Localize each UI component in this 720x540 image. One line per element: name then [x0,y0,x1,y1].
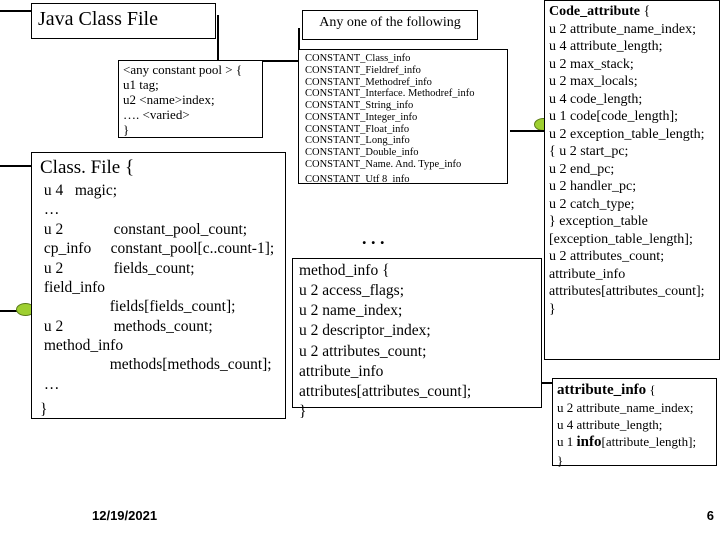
classfile-row: fields[fields_count]; [40,297,277,316]
constant-pool-box: <any constant pool > { u1 tag; u2 <name>… [118,60,263,138]
mi-line: u 2 attributes_count; [299,342,535,362]
constant-line: CONSTANT_String_info [305,100,501,112]
mi-line: u 2 access_flags; [299,281,535,301]
ca-line: u 1 code[code_length]; [549,108,715,126]
mi-line: attributes[attributes_count]; [299,382,535,402]
footer-page-number: 6 [707,508,714,523]
mi-line: u 2 name_index; [299,301,535,321]
method-info-box: method_info { u 2 access_flags; u 2 name… [292,258,542,408]
mi-line: attribute_info [299,362,535,382]
classfile-row: u 2 constant_pool_count; [40,220,277,239]
any-one-box: Any one of the following [302,10,478,40]
classfile-row: u 4 magic; [40,181,277,200]
classfile-row: … [40,200,277,219]
ca-line: } exception_table [549,213,715,231]
classfile-row: u 2 methods_count; [40,317,277,336]
ca-line: u 2 max_locals; [549,73,715,91]
ai-line: u 1 info[attribute_length]; [557,433,712,452]
cp-line: …. <varied> [123,108,258,123]
constant-line: CONSTANT_Integer_info [305,112,501,124]
cp-line: u1 tag; [123,78,258,93]
mi-line: method_info { [299,261,535,281]
constant-line: CONSTANT_Utf 8_info [305,174,501,186]
classfile-row: method_info [40,336,277,355]
ca-line: } [549,301,715,319]
attribute-info-box: attribute_info { u 2 attribute_name_inde… [552,378,717,466]
cp-line: } [123,123,258,138]
constant-line: CONSTANT_Name. And. Type_info [305,159,501,171]
classfile-row: cp_info constant_pool[c..count-1]; [40,239,277,258]
any-one-label: Any one of the following [319,15,461,30]
constant-line: CONSTANT_Float_info [305,124,501,136]
ca-line: u 2 attribute_name_index; [549,21,715,39]
ca-line: u 4 code_length; [549,91,715,109]
ca-line: u 2 exception_table_length; [549,126,715,144]
classfile-row: … [40,375,277,394]
constant-line: CONSTANT_Long_info [305,135,501,147]
classfile-row: u 2 fields_count; [40,259,277,278]
ai-line: u 4 attribute_length; [557,417,712,434]
ca-line: { u 2 start_pc; [549,143,715,161]
ca-head: Code_attribute { [549,3,715,21]
ca-line: u 2 handler_pc; [549,178,715,196]
constant-line: CONSTANT_Methodref_info [305,77,501,89]
code-attribute-box: Code_attribute { u 2 attribute_name_inde… [544,0,720,360]
ca-line: attributes[attributes_count]; [549,283,715,301]
ca-line: u 2 catch_type; [549,196,715,214]
classfile-head: Class. File { [32,153,285,179]
ca-line: u 2 attributes_count; [549,248,715,266]
mi-line: u 2 descriptor_index; [299,321,535,341]
ca-line: [exception_table_length]; [549,231,715,249]
title-text: Java Class File [38,8,158,30]
ca-line: u 4 attribute_length; [549,38,715,56]
footer-date: 12/19/2021 [92,508,157,523]
classfile-body: u 4 magic; … u 2 constant_pool_count; cp… [32,179,285,422]
classfile-row: field_info [40,278,277,297]
classfile-row: methods[methods_count]; [40,355,277,374]
title-box: Java Class File [31,3,216,39]
ai-line: } [557,453,712,470]
mi-line: } [299,402,535,422]
classfile-row: } [40,400,277,419]
constant-line: CONSTANT_Fieldref_info [305,65,501,77]
ca-line: u 2 max_stack; [549,56,715,74]
constant-line: CONSTANT_Interface. Methodref_info [305,88,501,100]
ai-head: attribute_info { [557,381,712,400]
constant-line: CONSTANT_Class_info [305,53,501,65]
ca-line: u 2 end_pc; [549,161,715,179]
ca-line: attribute_info [549,266,715,284]
diagram-canvas: Java Class File <any constant pool > { u… [0,0,720,540]
cp-line: <any constant pool > { [123,63,258,78]
classfile-box: Class. File { u 4 magic; … u 2 constant_… [31,152,286,419]
ai-line: u 2 attribute_name_index; [557,400,712,417]
constants-box: CONSTANT_Class_info CONSTANT_Fieldref_in… [298,49,508,184]
ellipsis: . . . [362,228,385,249]
constant-line: CONSTANT_Double_info [305,147,501,159]
cp-line: u2 <name>index; [123,93,258,108]
